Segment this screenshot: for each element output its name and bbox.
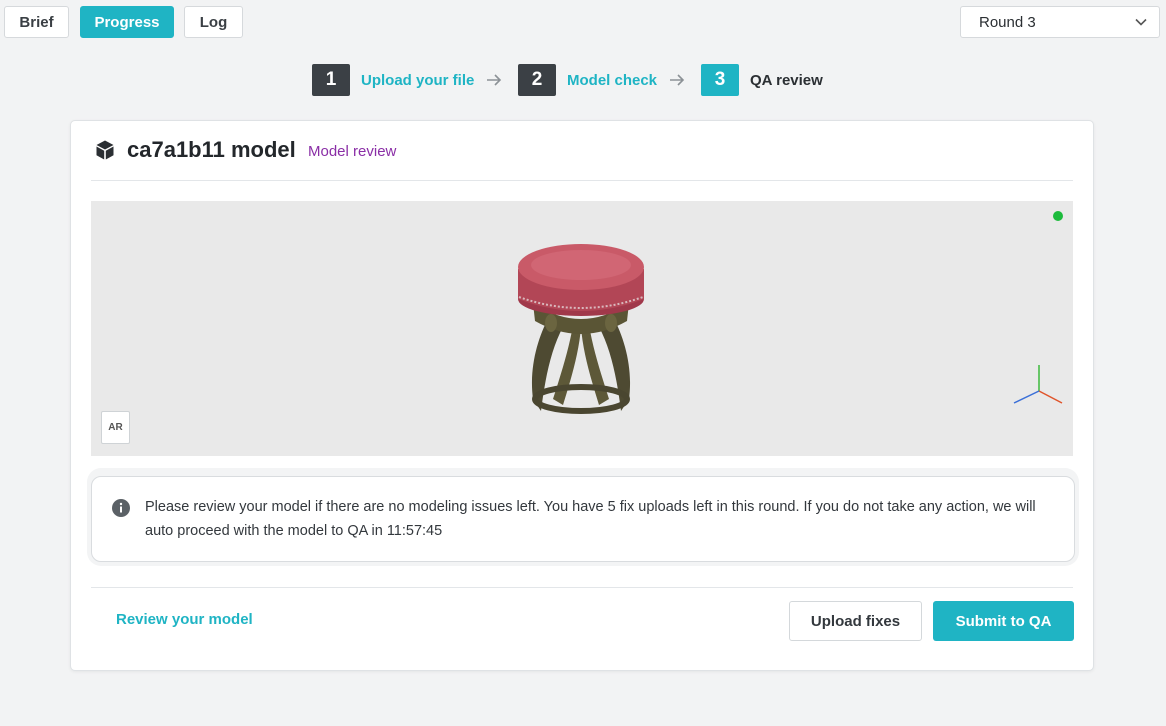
step-1-label[interactable]: Upload your file (361, 64, 474, 96)
notice-text: Please review your model if there are no… (145, 499, 1036, 539)
arrow-right-icon (670, 74, 685, 86)
round-select-value: Round 3 (979, 13, 1036, 31)
step-1-number: 1 (312, 64, 350, 96)
axes-gizmo (1013, 365, 1063, 404)
step-3-label: QA review (750, 71, 823, 89)
info-icon (112, 499, 130, 517)
model-status-tag: Model review (308, 143, 397, 160)
divider (91, 587, 1073, 588)
stool-3d-model (518, 244, 644, 414)
review-model-link[interactable]: Review your model (116, 611, 253, 628)
round-select[interactable]: Round 3 (960, 6, 1160, 38)
tab-brief[interactable]: Brief (4, 6, 69, 38)
tab-progress[interactable]: Progress (80, 6, 174, 38)
step-3-number: 3 (701, 64, 739, 96)
tab-log[interactable]: Log (184, 6, 243, 38)
submit-to-qa-button[interactable]: Submit to QA (933, 601, 1074, 641)
notice-container: Please review your model if there are no… (87, 468, 1079, 566)
cube-icon (96, 140, 114, 160)
status-indicator-dot (1053, 211, 1063, 221)
step-2-label[interactable]: Model check (567, 64, 657, 96)
step-2-number: 2 (518, 64, 556, 96)
info-notice: Please review your model if there are no… (91, 476, 1075, 562)
arrow-right-icon (487, 74, 502, 86)
upload-fixes-button[interactable]: Upload fixes (789, 601, 922, 641)
ar-button[interactable]: AR (101, 411, 130, 444)
model-card: ca7a1b11 model Model review AR Please re… (70, 120, 1094, 671)
model-viewer[interactable]: AR (91, 201, 1073, 456)
model-title: ca7a1b11 model (127, 137, 296, 162)
progress-stepper: 1 Upload your file 2 Model check 3 QA re… (0, 64, 1166, 96)
top-bar: Brief Progress Log Round 3 (0, 0, 1166, 46)
card-header: ca7a1b11 model Model review (91, 135, 1073, 181)
chevron-down-icon (1135, 18, 1147, 26)
